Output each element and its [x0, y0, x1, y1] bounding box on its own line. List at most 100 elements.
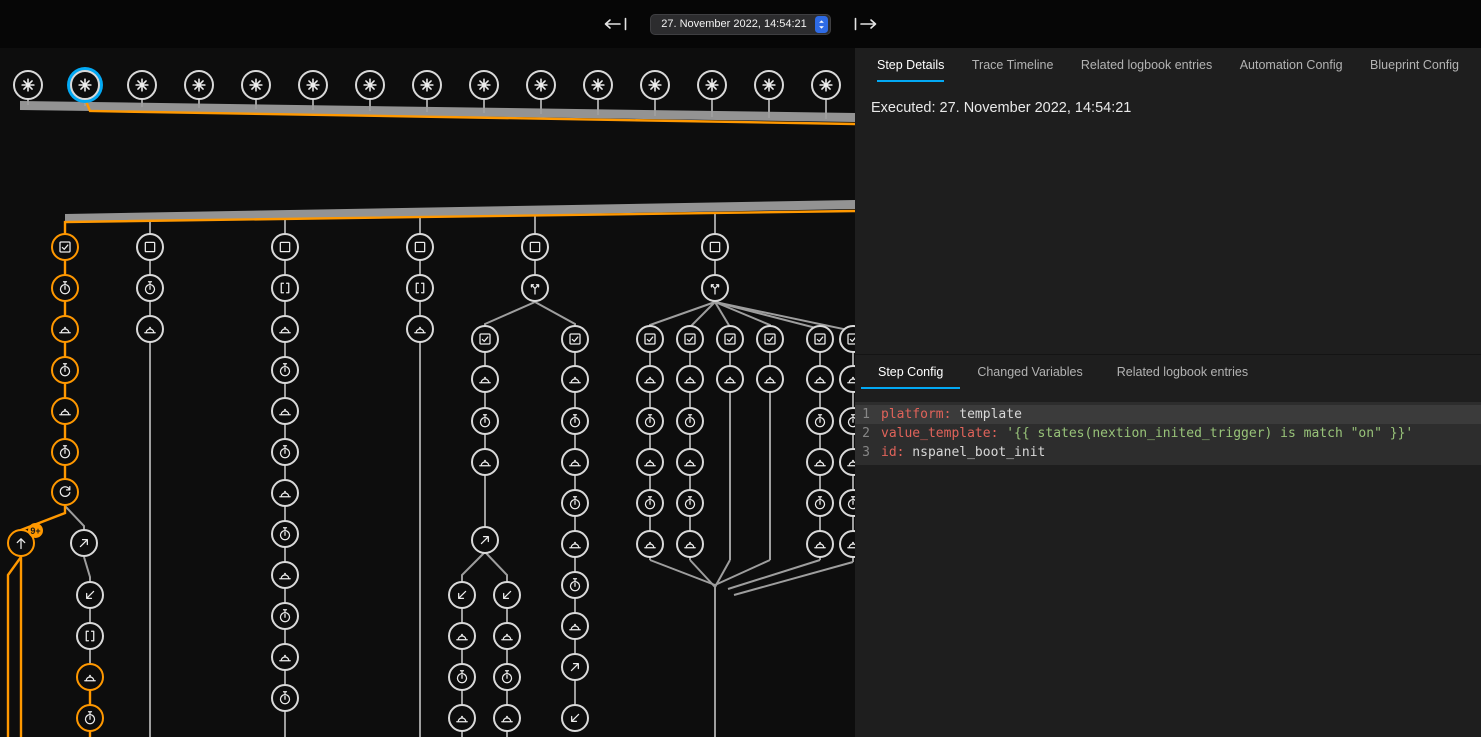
graph-node-choose[interactable]	[701, 274, 729, 302]
graph-node-downleft[interactable]	[76, 581, 104, 609]
graph-node-timer[interactable]	[839, 407, 855, 435]
graph-node-trigger[interactable]	[811, 70, 841, 100]
graph-node-timer[interactable]	[676, 489, 704, 517]
graph-node-timer[interactable]	[561, 407, 589, 435]
graph-node-timer[interactable]	[561, 489, 589, 517]
graph-node-service[interactable]	[806, 365, 834, 393]
graph-node-service[interactable]	[561, 530, 589, 558]
graph-node-timer[interactable]	[676, 407, 704, 435]
graph-node-trigger[interactable]	[412, 70, 442, 100]
graph-node-service[interactable]	[561, 365, 589, 393]
graph-node-service[interactable]	[839, 365, 855, 393]
graph-node-service[interactable]	[136, 315, 164, 343]
graph-node-timer[interactable]	[271, 602, 299, 630]
graph-node-service[interactable]	[448, 704, 476, 732]
graph-node-service[interactable]	[636, 448, 664, 476]
graph-node-service[interactable]	[406, 315, 434, 343]
previous-trace-button[interactable]	[600, 13, 632, 35]
graph-node-trigger[interactable]	[13, 70, 43, 100]
graph-node-trigger[interactable]	[754, 70, 784, 100]
graph-node-cond[interactable]	[716, 325, 744, 353]
graph-node-downleft[interactable]	[448, 581, 476, 609]
graph-node-trigger[interactable]	[241, 70, 271, 100]
graph-node-timer[interactable]	[51, 274, 79, 302]
graph-node-trigger[interactable]	[298, 70, 328, 100]
graph-node-repeat[interactable]	[51, 478, 79, 506]
graph-node-service[interactable]	[806, 530, 834, 558]
graph-node-timer[interactable]	[806, 407, 834, 435]
tab-changed-variables[interactable]: Changed Variables	[960, 355, 1099, 389]
graph-node-timer[interactable]	[448, 663, 476, 691]
graph-node-trigger[interactable]	[640, 70, 670, 100]
graph-node-service[interactable]	[271, 561, 299, 589]
graph-node-trigger[interactable]	[355, 70, 385, 100]
graph-node-timer[interactable]	[561, 571, 589, 599]
trace-selector[interactable]: 27. November 2022, 14:54:21	[650, 14, 831, 35]
graph-node-service[interactable]	[271, 315, 299, 343]
graph-node-service[interactable]	[271, 643, 299, 671]
graph-node-cond_empty[interactable]	[701, 233, 729, 261]
tab-step-config[interactable]: Step Config	[861, 355, 960, 389]
graph-node-cond[interactable]	[839, 325, 855, 353]
next-trace-button[interactable]	[849, 13, 881, 35]
graph-node-timer[interactable]	[271, 684, 299, 712]
graph-node-trigger[interactable]	[697, 70, 727, 100]
graph-node-service[interactable]	[493, 622, 521, 650]
graph-node-service[interactable]	[471, 448, 499, 476]
tab-trace-timeline[interactable]: Trace Timeline	[972, 48, 1054, 82]
graph-node-cond_empty[interactable]	[271, 233, 299, 261]
graph-node-service[interactable]	[636, 365, 664, 393]
graph-node-trigger[interactable]	[127, 70, 157, 100]
graph-node-service[interactable]	[839, 448, 855, 476]
graph-node-cond_empty[interactable]	[136, 233, 164, 261]
graph-node-service[interactable]	[51, 315, 79, 343]
graph-node-brackets[interactable]	[271, 274, 299, 302]
tab-related-logbook-entries[interactable]: Related logbook entries	[1081, 48, 1212, 82]
graph-node-downleft[interactable]	[493, 581, 521, 609]
graph-node-brackets[interactable]	[406, 274, 434, 302]
graph-node-service[interactable]	[676, 530, 704, 558]
graph-node-service[interactable]	[756, 365, 784, 393]
graph-node-timer[interactable]	[471, 407, 499, 435]
graph-node-timer[interactable]	[136, 274, 164, 302]
graph-node-service[interactable]	[448, 622, 476, 650]
graph-node-service[interactable]	[676, 448, 704, 476]
graph-node-brackets[interactable]	[76, 622, 104, 650]
graph-node-cond_empty[interactable]	[521, 233, 549, 261]
graph-node-upright[interactable]	[561, 653, 589, 681]
graph-node-downleft[interactable]	[561, 704, 589, 732]
tab-step-details[interactable]: Step Details	[877, 48, 944, 82]
graph-node-timer[interactable]	[636, 489, 664, 517]
graph-node-service[interactable]	[839, 530, 855, 558]
graph-node-trigger[interactable]	[469, 70, 499, 100]
graph-node-upright[interactable]	[471, 526, 499, 554]
graph-node-timer[interactable]	[76, 704, 104, 732]
tab-related-logbook-entries[interactable]: Related logbook entries	[1100, 355, 1265, 389]
graph-node-service[interactable]	[676, 365, 704, 393]
graph-node-cond_empty[interactable]	[406, 233, 434, 261]
graph-node-cond[interactable]	[676, 325, 704, 353]
graph-node-service[interactable]	[271, 479, 299, 507]
graph-node-timer[interactable]	[493, 663, 521, 691]
graph-node-trigger[interactable]	[70, 70, 100, 100]
graph-node-cond[interactable]	[51, 233, 79, 261]
graph-node-timer[interactable]	[636, 407, 664, 435]
graph-node-service[interactable]	[271, 397, 299, 425]
graph-node-timer[interactable]	[51, 438, 79, 466]
graph-node-timer[interactable]	[839, 489, 855, 517]
graph-node-choose[interactable]	[521, 274, 549, 302]
graph-node-timer[interactable]	[806, 489, 834, 517]
graph-node-cond[interactable]	[756, 325, 784, 353]
graph-node-service[interactable]	[76, 663, 104, 691]
graph-node-service[interactable]	[806, 448, 834, 476]
graph-node-service[interactable]	[561, 448, 589, 476]
graph-node-service[interactable]	[51, 397, 79, 425]
graph-node-timer[interactable]	[271, 520, 299, 548]
graph-node-service[interactable]	[636, 530, 664, 558]
graph-node-service[interactable]	[493, 704, 521, 732]
graph-node-timer[interactable]	[271, 438, 299, 466]
graph-node-cond[interactable]	[806, 325, 834, 353]
graph-node-trigger[interactable]	[526, 70, 556, 100]
graph-node-up[interactable]: 9+	[7, 529, 35, 557]
graph-node-cond[interactable]	[471, 325, 499, 353]
